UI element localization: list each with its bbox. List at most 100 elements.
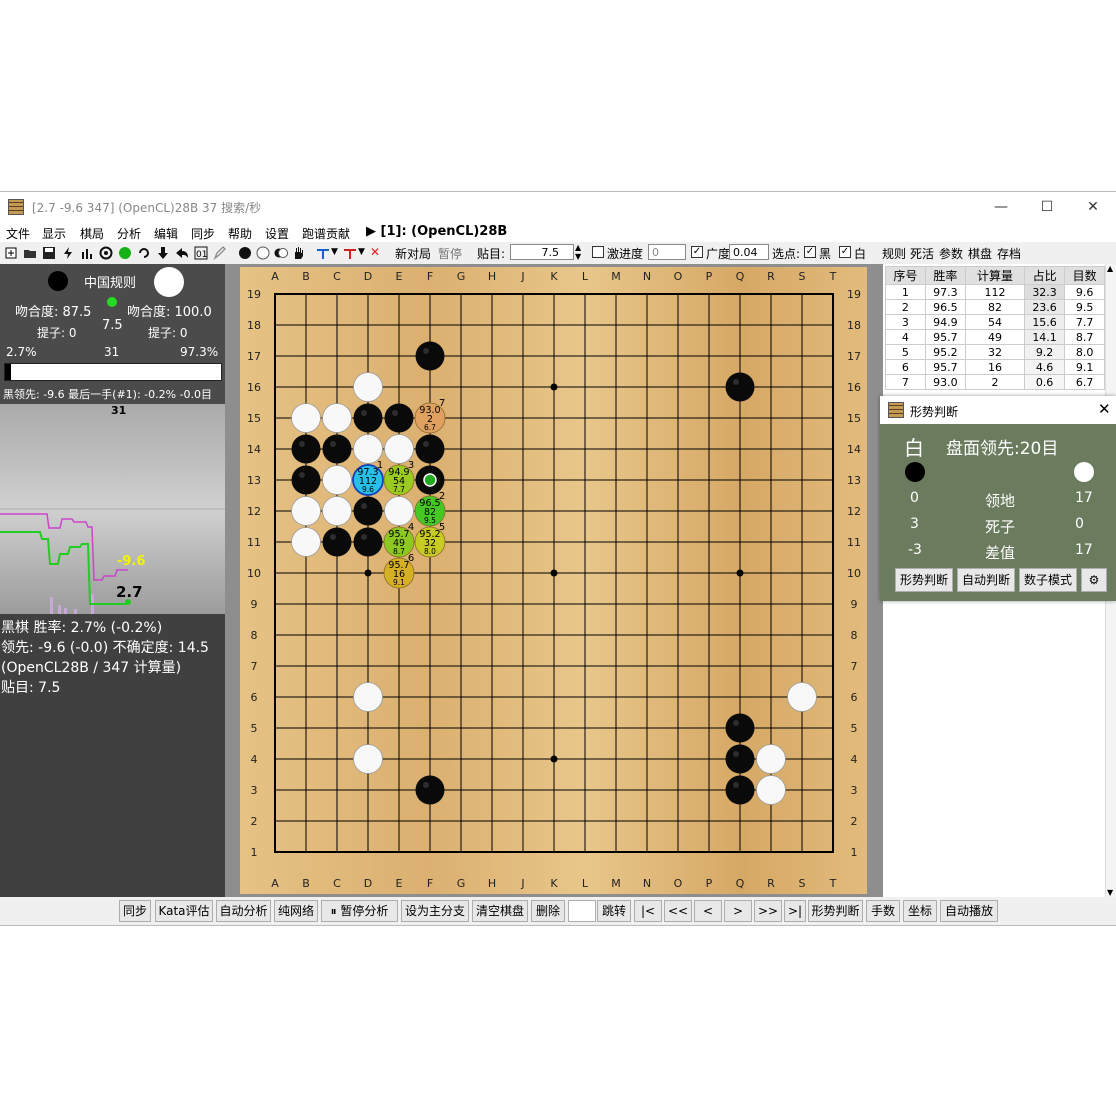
- undo-icon[interactable]: [175, 246, 189, 260]
- white-stone: [291, 496, 321, 526]
- coordinates-button[interactable]: 坐标: [903, 900, 937, 922]
- jump-button[interactable]: 跳转: [597, 900, 631, 922]
- last-move-button[interactable]: >|: [784, 900, 806, 922]
- white-stone-icon[interactable]: [256, 246, 270, 260]
- lightning-icon[interactable]: [61, 246, 75, 260]
- auto-play-button[interactable]: 自动播放: [940, 900, 998, 922]
- hand-icon[interactable]: [292, 246, 306, 260]
- clear-board-button[interactable]: 清空棋盘: [472, 900, 528, 922]
- black-stone: [415, 775, 445, 805]
- row-label: 2: [251, 815, 258, 828]
- chart-icon[interactable]: [80, 246, 94, 260]
- alternate-stone-icon[interactable]: [274, 246, 288, 260]
- board-button[interactable]: 棋盘: [968, 245, 992, 262]
- kata-eval-button[interactable]: Kata评估: [155, 900, 213, 922]
- delete-button[interactable]: 删除: [531, 900, 565, 922]
- auto-analyze-button[interactable]: 自动分析: [216, 900, 271, 922]
- pure-network-button[interactable]: 纯网络: [274, 900, 318, 922]
- red-dropdown-icon[interactable]: ▼: [358, 247, 365, 257]
- table-row[interactable]: 5 95.2 32 9.2 8.0: [885, 344, 1105, 360]
- col-share-header[interactable]: 占比: [1023, 266, 1066, 285]
- engine-label[interactable]: ▶ [1]: (OpenCL)28B: [366, 224, 507, 239]
- dialog-digit-mode-button[interactable]: 数子模式: [1019, 568, 1077, 592]
- params-button[interactable]: 参数: [939, 245, 963, 262]
- table-row[interactable]: 4 95.7 49 14.1 8.7: [885, 329, 1105, 345]
- red-tree-icon[interactable]: [343, 246, 357, 260]
- scroll-down-icon[interactable]: ▼: [1107, 888, 1113, 897]
- menu-file[interactable]: 文件: [6, 225, 30, 242]
- player-info-panel: 中国规则 吻合度: 87.5 7.5 吻合度: 100.0 提子: 0 提子: …: [0, 264, 225, 404]
- green-dot-icon[interactable]: [118, 246, 132, 260]
- go-board[interactable]: A A B B C C D D E E F F G G H H J J K K L L M M N N O O P P Q Q R R S S T T 19…: [240, 267, 867, 894]
- back-ten-button[interactable]: <<: [664, 900, 692, 922]
- table-row[interactable]: 3 94.9 54 15.6 7.7: [885, 314, 1105, 330]
- down-arrow-icon[interactable]: [156, 246, 170, 260]
- sync-button[interactable]: 同步: [119, 900, 151, 922]
- table-row[interactable]: 7 93.0 2 0.6 6.7: [885, 374, 1105, 390]
- blue-tree-icon[interactable]: [316, 246, 330, 260]
- dialog-auto-button[interactable]: 自动判断: [957, 568, 1015, 592]
- pause-button[interactable]: 暂停: [438, 245, 462, 262]
- blue-dropdown-icon[interactable]: ▼: [331, 247, 338, 257]
- menu-help[interactable]: 帮助: [228, 225, 252, 242]
- black-stone: [384, 403, 414, 433]
- breadth-checkbox[interactable]: ✓: [691, 246, 703, 258]
- delete-x-icon[interactable]: ✕: [370, 245, 380, 259]
- dialog-judge-button[interactable]: 形势判断: [895, 568, 953, 592]
- menu-view[interactable]: 显示: [42, 225, 66, 242]
- situation-judge-button[interactable]: 形势判断: [808, 900, 863, 922]
- col-score-header[interactable]: 目数: [1064, 266, 1105, 285]
- pencil-icon[interactable]: [213, 246, 227, 260]
- close-button[interactable]: ✕: [1070, 192, 1116, 222]
- komi-spinner-icon[interactable]: ▲ ▼: [575, 243, 581, 261]
- column-label: M: [611, 877, 621, 890]
- gear-icon[interactable]: ⚙: [1081, 568, 1107, 592]
- back-one-button[interactable]: <: [694, 900, 722, 922]
- row-label: 1: [851, 846, 858, 859]
- aggression-checkbox[interactable]: [592, 246, 604, 258]
- board-grid[interactable]: AABBCCDDEEFFGGHHJJKKLLMMNNOOPPQQRRSSTT19…: [240, 267, 867, 894]
- analyze-icon[interactable]: [99, 246, 113, 260]
- breadth-input[interactable]: 0.04: [729, 244, 769, 260]
- pause-analysis-button[interactable]: ⏸ 暂停分析: [321, 900, 398, 922]
- menu-edit[interactable]: 编辑: [154, 225, 178, 242]
- col-rank-header[interactable]: 序号: [885, 266, 926, 285]
- aggression-input[interactable]: 0: [648, 244, 686, 260]
- scroll-up-icon[interactable]: ▲: [1107, 264, 1113, 273]
- move-numbers-button[interactable]: 手数: [866, 900, 900, 922]
- refresh-icon[interactable]: [137, 246, 151, 260]
- black-stone-icon[interactable]: [238, 246, 252, 260]
- jump-input[interactable]: [568, 900, 596, 922]
- forward-ten-button[interactable]: >>: [754, 900, 782, 922]
- menu-analysis[interactable]: 分析: [117, 225, 141, 242]
- menu-contribute[interactable]: 跑谱贡献: [302, 225, 350, 242]
- open-folder-icon[interactable]: [23, 246, 37, 260]
- svg-text:01: 01: [196, 250, 207, 260]
- minimize-button[interactable]: —: [978, 192, 1024, 222]
- forward-one-button[interactable]: >: [724, 900, 752, 922]
- save-game-button[interactable]: 存档: [997, 245, 1021, 262]
- maximize-button[interactable]: ☐: [1024, 192, 1070, 222]
- life-death-button[interactable]: 死活: [910, 245, 934, 262]
- set-main-branch-button[interactable]: 设为主分支: [401, 900, 469, 922]
- dialog-close-icon[interactable]: ✕: [1098, 400, 1111, 418]
- new-file-icon[interactable]: [4, 246, 18, 260]
- menu-game[interactable]: 棋局: [80, 225, 104, 242]
- first-move-button[interactable]: |<: [634, 900, 662, 922]
- komi-input[interactable]: 7.5: [510, 244, 574, 260]
- save-icon[interactable]: [42, 246, 56, 260]
- col-winrate-header[interactable]: 胜率: [924, 266, 967, 285]
- column-label: R: [767, 270, 775, 283]
- menu-sync[interactable]: 同步: [191, 225, 215, 242]
- white-winrate-pct: 97.3%: [180, 345, 219, 359]
- table-row[interactable]: 6 95.7 16 4.6 9.1: [885, 359, 1105, 375]
- white-pick-checkbox[interactable]: ✓: [839, 246, 851, 258]
- rules-button[interactable]: 规则: [882, 245, 906, 262]
- new-game-button[interactable]: 新对局: [395, 245, 431, 262]
- table-row[interactable]: 1 97.3 112 32.3 9.6: [885, 284, 1105, 300]
- calc-icon[interactable]: 01: [194, 246, 208, 260]
- col-visits-header[interactable]: 计算量: [965, 266, 1025, 285]
- menu-settings[interactable]: 设置: [265, 225, 289, 242]
- table-row[interactable]: 2 96.5 82 23.6 9.5: [885, 299, 1105, 315]
- black-pick-checkbox[interactable]: ✓: [804, 246, 816, 258]
